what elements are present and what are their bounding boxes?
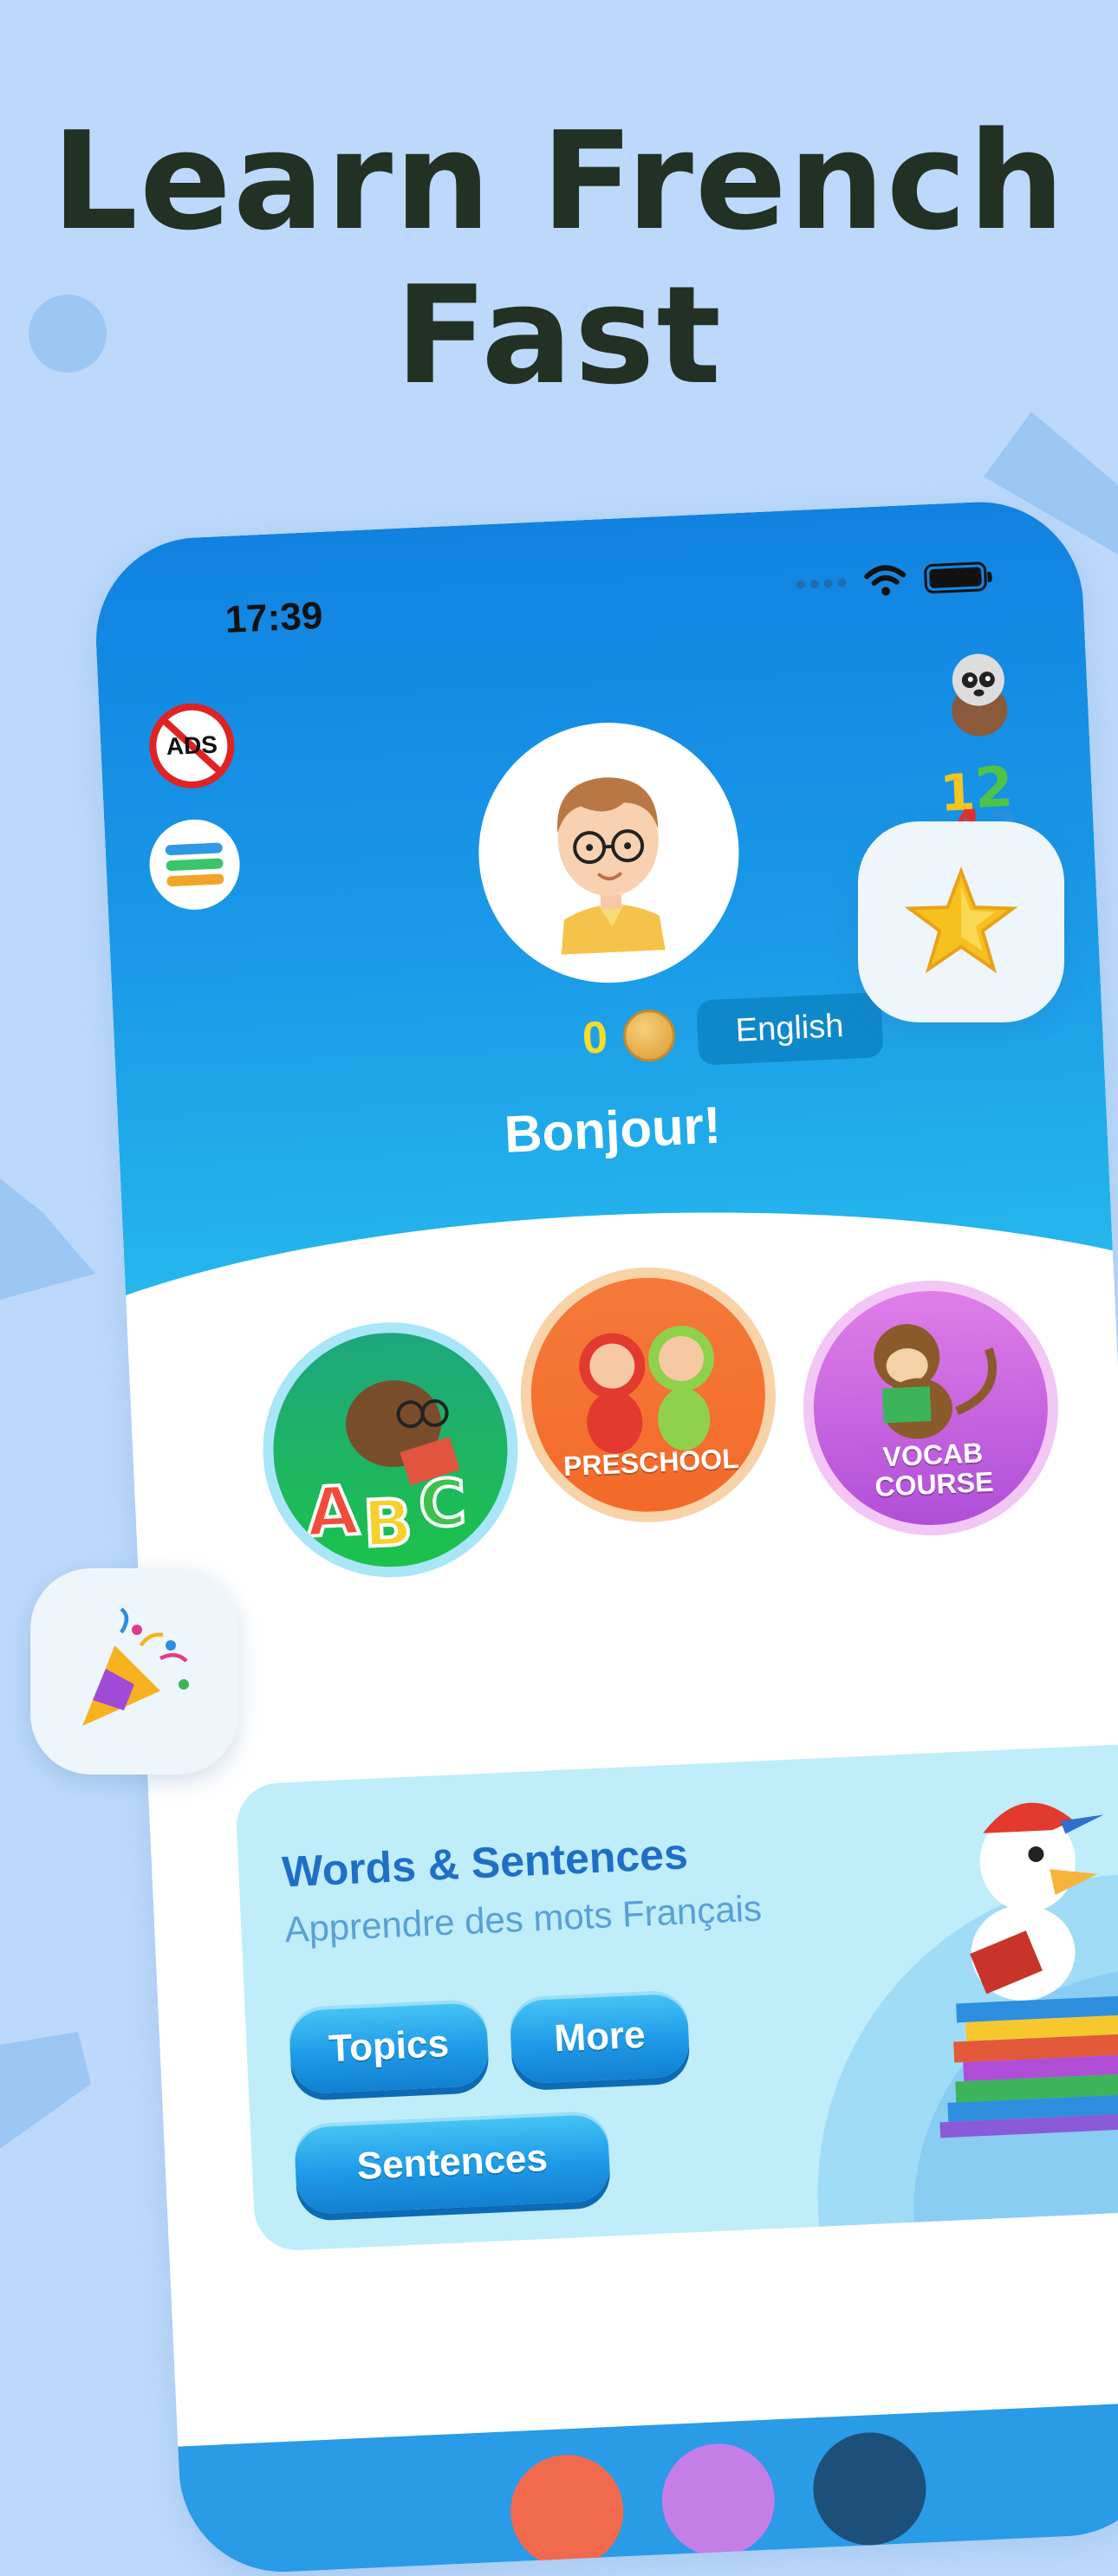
party-popper-icon [69,1606,199,1736]
lemur-button[interactable] [929,643,1029,743]
headline-line-2: Fast [0,258,1118,412]
course-vocab-label: VOCAB COURSE [873,1437,994,1502]
topics-button[interactable]: Topics [289,1999,490,2094]
course-abc[interactable]: A B C [257,1317,523,1583]
party-button[interactable] [30,1568,238,1775]
svg-text:B: B [361,1485,413,1561]
svg-text:C: C [417,1465,467,1541]
duck-books-icon [920,1778,1118,2169]
star-icon [905,866,1017,978]
bottom-nav [178,2402,1118,2576]
star-button[interactable] [858,821,1064,1022]
status-time: 17:39 [224,594,324,642]
course-vocab[interactable]: VOCAB COURSE [797,1275,1063,1541]
words-sentences-card[interactable]: Words & Sentences Apprendre des mots Fra… [235,1742,1118,2252]
no-ads-label: ADS [166,731,218,762]
phone-screen: 17:39 ADS [92,497,1118,2576]
battery-icon [924,561,987,594]
headline: Learn French Fast [0,104,1118,412]
sentences-button[interactable]: Sentences [294,2111,611,2215]
course-preschool[interactable]: PRESCHOOL [515,1262,781,1528]
hedgehog-abc-icon: A B C [268,1327,512,1572]
headline-line-1: Learn French [0,104,1118,258]
wifi-icon [863,562,908,599]
language-selector[interactable]: English [696,992,883,1066]
svg-text:A: A [305,1472,361,1553]
bottom-nav-button-2[interactable] [660,2441,777,2559]
lemur-icon [929,643,1029,743]
avatar-boy [517,749,699,957]
bottom-nav-button-3[interactable] [811,2430,929,2548]
coin-count: 0 [582,1011,609,1064]
bottom-nav-button-1[interactable] [508,2452,626,2570]
no-ads-button[interactable]: ADS [146,701,237,791]
more-button[interactable]: More [509,1989,690,2084]
menu-icon [165,840,224,888]
coin-row: 0 English [581,992,883,1071]
coin-icon [622,1008,677,1062]
ladybug-caterpillar-icon [526,1273,770,1517]
signal-dots-icon [796,578,846,589]
